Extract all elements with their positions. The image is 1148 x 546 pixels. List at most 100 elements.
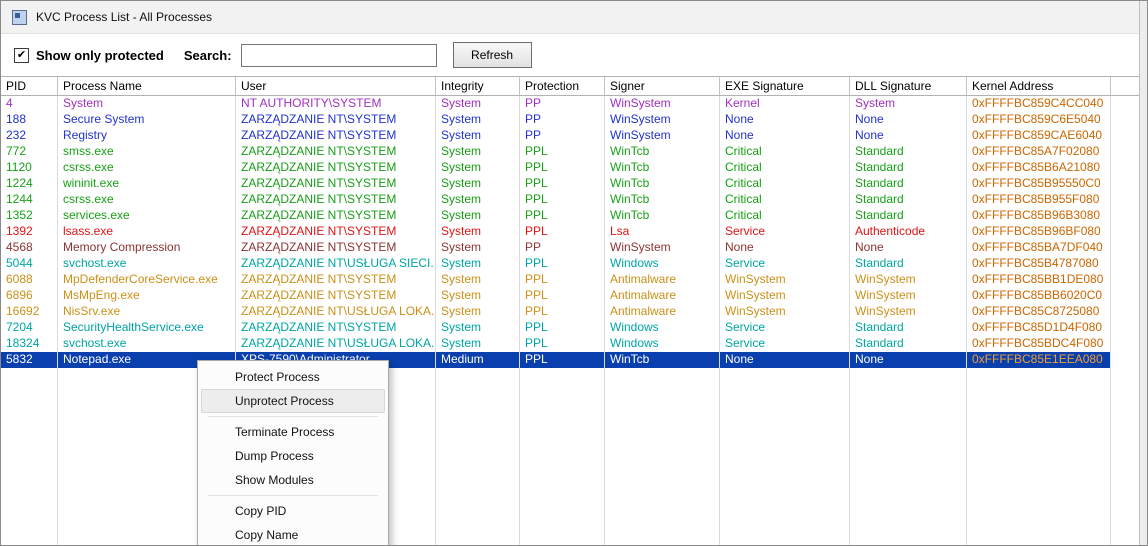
cell-exe_sig: Critical: [720, 176, 850, 192]
cell-exe_sig: WinSystem: [720, 288, 850, 304]
table-row[interactable]: 18324 svchost.exe ZARZĄDZANIE NT\USŁUGA LO…: [1, 336, 1111, 352]
cell-kernel_addr: 0xFFFFBC85BA7DF040: [967, 240, 1111, 256]
cell-pid: 7204: [1, 320, 58, 336]
cell-dll_sig: None: [850, 112, 967, 128]
column-header-protection[interactable]: Protection: [520, 77, 605, 96]
cell-user: ZARZĄDZANIE NT\SYSTEM: [236, 144, 436, 160]
table-row[interactable]: 6896 MsMpEng.exe ZARZĄDZANIE NT\SYSTEM Syst…: [1, 288, 1111, 304]
table-row[interactable]: 772 smss.exe ZARZĄDZANIE NT\SYSTEM System PP…: [1, 144, 1111, 160]
cell-dll_sig: None: [850, 128, 967, 144]
cell-exe_sig: Service: [720, 336, 850, 352]
cell-protection: PPL: [520, 192, 605, 208]
table-row[interactable]: 1352 services.exe ZARZĄDZANIE NT\SYSTEM Sys…: [1, 208, 1111, 224]
menu-item-show-modules[interactable]: Show Modules: [201, 468, 385, 492]
cell-user: ZARZĄDZANIE NT\SYSTEM: [236, 176, 436, 192]
cell-integrity: System: [436, 272, 520, 288]
table-row[interactable]: 6088 MpDefenderCoreService.exe ZARZĄDZANIE…: [1, 272, 1111, 288]
cell-protection: PPL: [520, 272, 605, 288]
table-row[interactable]: 1392 lsass.exe ZARZĄDZANIE NT\SYSTEM System…: [1, 224, 1111, 240]
cell-kernel_addr: 0xFFFFBC859CAE6040: [967, 128, 1111, 144]
show-only-protected-checkbox[interactable]: ✔: [14, 47, 29, 63]
cell-signer: WinTcb: [605, 160, 720, 176]
table-row[interactable]: 5832 Notepad.exe XPS-7590\Administrator Med…: [1, 352, 1111, 368]
cell-exe_sig: Critical: [720, 208, 850, 224]
menu-item-protect-process[interactable]: Protect Process: [201, 365, 385, 389]
menu-item-copy-pid[interactable]: Copy PID: [201, 499, 385, 523]
cell-protection: PPL: [520, 352, 605, 368]
cell-signer: Windows: [605, 320, 720, 336]
cell-dll_sig: WinSystem: [850, 288, 967, 304]
cell-signer: Windows: [605, 256, 720, 272]
cell-name: svchost.exe: [58, 256, 236, 272]
column-header-signer[interactable]: Signer: [605, 77, 720, 96]
cell-signer: WinTcb: [605, 144, 720, 160]
menu-item-copy-name[interactable]: Copy Name: [201, 523, 385, 545]
refresh-button[interactable]: Refresh: [452, 42, 532, 68]
cell-signer: Antimalware: [605, 304, 720, 320]
search-input[interactable]: [240, 43, 437, 67]
cell-dll_sig: Standard: [850, 208, 967, 224]
cell-name: csrss.exe: [58, 160, 236, 176]
cell-exe_sig: WinSystem: [720, 304, 850, 320]
table-row[interactable]: 7204 SecurityHealthService.exe ZARZĄDZANIE…: [1, 320, 1111, 336]
cell-protection: PPL: [520, 288, 605, 304]
column-header-integrity[interactable]: Integrity: [436, 77, 520, 96]
cell-user: ZARZĄDZANIE NT\SYSTEM: [236, 288, 436, 304]
cell-exe_sig: None: [720, 352, 850, 368]
column-header-user[interactable]: User: [236, 77, 436, 96]
filler-cell: [520, 368, 605, 545]
cell-user: ZARZĄDZANIE NT\USŁUGA SIECI...: [236, 256, 436, 272]
cell-integrity: System: [436, 336, 520, 352]
table-row[interactable]: 4568 Memory Compression ZARZĄDZANIE NT\SYS…: [1, 240, 1111, 256]
scrollbar-track[interactable]: [1139, 1, 1147, 545]
show-only-protected-label[interactable]: Show only protected: [36, 48, 164, 63]
table-row[interactable]: 188 Secure System ZARZĄDZANIE NT\SYSTEM Sys…: [1, 112, 1111, 128]
cell-dll_sig: Standard: [850, 144, 967, 160]
cell-kernel_addr: 0xFFFFBC85A7F02080: [967, 144, 1111, 160]
cell-kernel_addr: 0xFFFFBC85E1EEA080: [967, 352, 1111, 368]
cell-integrity: System: [436, 112, 520, 128]
table-row[interactable]: 16692 NisSrv.exe ZARZĄDZANIE NT\USŁUGA LOK…: [1, 304, 1111, 320]
cell-pid: 188: [1, 112, 58, 128]
cell-protection: PPL: [520, 160, 605, 176]
cell-name: services.exe: [58, 208, 236, 224]
cell-name: System: [58, 96, 236, 112]
column-header-process-name[interactable]: Process Name: [58, 77, 236, 96]
cell-integrity: System: [436, 224, 520, 240]
table-row[interactable]: 1244 csrss.exe ZARZĄDZANIE NT\SYSTEM System…: [1, 192, 1111, 208]
cell-name: lsass.exe: [58, 224, 236, 240]
cell-dll_sig: WinSystem: [850, 304, 967, 320]
cell-exe_sig: WinSystem: [720, 272, 850, 288]
cell-integrity: System: [436, 176, 520, 192]
cell-protection: PP: [520, 96, 605, 112]
cell-name: SecurityHealthService.exe: [58, 320, 236, 336]
cell-protection: PP: [520, 128, 605, 144]
cell-exe_sig: None: [720, 128, 850, 144]
column-header-dll-signature[interactable]: DLL Signature: [850, 77, 967, 96]
cell-pid: 1352: [1, 208, 58, 224]
menu-item-unprotect-process[interactable]: Unprotect Process: [201, 389, 385, 413]
column-header-pid[interactable]: PID: [1, 77, 58, 96]
table-row[interactable]: 232 Registry ZARZĄDZANIE NT\SYSTEM System PP…: [1, 128, 1111, 144]
cell-protection: PPL: [520, 256, 605, 272]
menu-item-dump-process[interactable]: Dump Process: [201, 444, 385, 468]
cell-dll_sig: Standard: [850, 176, 967, 192]
column-header-kernel-address[interactable]: Kernel Address: [967, 77, 1111, 96]
cell-signer: Antimalware: [605, 272, 720, 288]
table-row[interactable]: 4 System NT AUTHORITY\SYSTEM System PP WinSys…: [1, 96, 1111, 112]
cell-exe_sig: None: [720, 112, 850, 128]
menu-item-terminate-process[interactable]: Terminate Process: [201, 420, 385, 444]
column-header-exe-signature[interactable]: EXE Signature: [720, 77, 850, 96]
menu-separator: [208, 416, 378, 417]
search-label: Search:: [183, 47, 232, 63]
cell-name: MpDefenderCoreService.exe: [58, 272, 236, 288]
table-row[interactable]: 5044 svchost.exe ZARZĄDZANIE NT\USŁUGA SIE…: [1, 256, 1111, 272]
cell-dll_sig: None: [850, 352, 967, 368]
cell-protection: PPL: [520, 176, 605, 192]
table-row[interactable]: 1120 csrss.exe ZARZĄDZANIE NT\SYSTEM System…: [1, 160, 1111, 176]
cell-user: ZARZĄDZANIE NT\SYSTEM: [236, 320, 436, 336]
cell-dll_sig: Authenticode: [850, 224, 967, 240]
table-row[interactable]: 1224 wininit.exe ZARZĄDZANIE NT\SYSTEM Syst…: [1, 176, 1111, 192]
cell-signer: WinTcb: [605, 192, 720, 208]
cell-kernel_addr: 0xFFFFBC85D1D4F080: [967, 320, 1111, 336]
